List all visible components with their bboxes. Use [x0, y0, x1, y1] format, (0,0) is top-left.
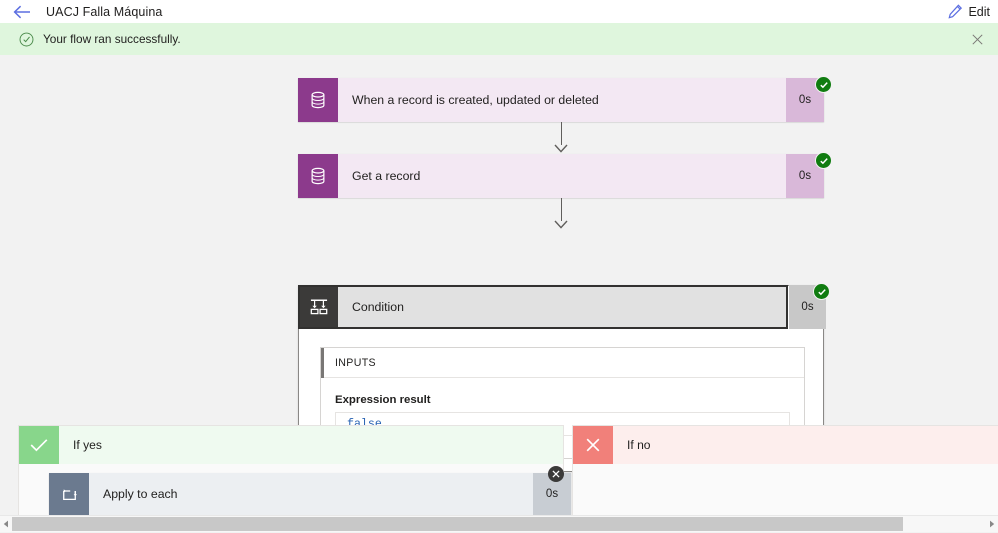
branch-label: If yes	[59, 426, 563, 464]
chevron-down-icon	[554, 144, 568, 153]
cross-icon	[573, 426, 613, 464]
triangle-right-icon	[990, 520, 995, 528]
arrow-left-icon	[13, 5, 30, 18]
chevron-down-icon	[554, 220, 568, 229]
condition-branch-icon	[300, 287, 338, 327]
flow-connector	[550, 122, 572, 153]
scroll-left-button[interactable]	[0, 516, 12, 533]
close-circle-icon	[552, 470, 560, 478]
branch-header: If yes	[19, 426, 563, 464]
database-icon	[298, 78, 338, 122]
flow-step-title: Apply to each	[89, 473, 533, 515]
remove-action-button[interactable]	[548, 466, 564, 482]
flow-step-title: Get a record	[338, 154, 786, 198]
branch-if-yes[interactable]: If yes Apply to each 0s	[18, 425, 571, 515]
app-header: UACJ Falla Máquina Edit	[0, 0, 998, 23]
status-badge	[815, 76, 832, 93]
scrollbar-track[interactable]	[12, 516, 986, 533]
flow-connector	[550, 198, 572, 229]
status-badge	[813, 283, 830, 300]
inputs-section-label: INPUTS	[335, 356, 376, 369]
branch-if-no[interactable]: If no	[572, 425, 998, 515]
condition-card-header[interactable]: Condition	[298, 285, 788, 329]
scroll-right-button[interactable]	[986, 516, 998, 533]
status-banner: Your flow ran successfully.	[0, 23, 998, 55]
flow-step-card[interactable]: Apply to each 0s	[49, 473, 571, 515]
close-icon	[971, 33, 983, 45]
horizontal-scrollbar[interactable]	[0, 515, 998, 532]
banner-close-button[interactable]	[966, 23, 988, 55]
edit-button-label: Edit	[968, 4, 990, 19]
check-circle-icon	[19, 32, 34, 47]
back-button[interactable]	[0, 0, 44, 23]
branch-label: If no	[613, 426, 998, 464]
branch-header: If no	[573, 426, 998, 464]
check-icon	[19, 426, 59, 464]
edit-button[interactable]: Edit	[948, 0, 990, 23]
check-circle-icon	[819, 157, 828, 164]
page-title: UACJ Falla Máquina	[46, 4, 163, 19]
triangle-left-icon	[3, 520, 8, 528]
status-banner-message: Your flow ran successfully.	[43, 32, 181, 46]
check-circle-icon	[817, 288, 826, 295]
inputs-panel-header[interactable]: INPUTS	[321, 348, 804, 378]
loop-icon	[49, 473, 89, 515]
pencil-icon	[948, 4, 963, 19]
expression-result-label: Expression result	[335, 394, 431, 406]
condition-title: Condition	[338, 287, 786, 327]
flow-canvas[interactable]: When a record is created, updated or del…	[0, 55, 998, 515]
check-circle-icon	[819, 81, 828, 88]
status-badge	[815, 152, 832, 169]
flow-step-card[interactable]: When a record is created, updated or del…	[298, 78, 824, 122]
database-icon	[298, 154, 338, 198]
flow-step-title: When a record is created, updated or del…	[338, 78, 786, 122]
scrollbar-thumb[interactable]	[12, 516, 904, 531]
flow-step-card[interactable]: Get a record 0s	[298, 154, 824, 198]
